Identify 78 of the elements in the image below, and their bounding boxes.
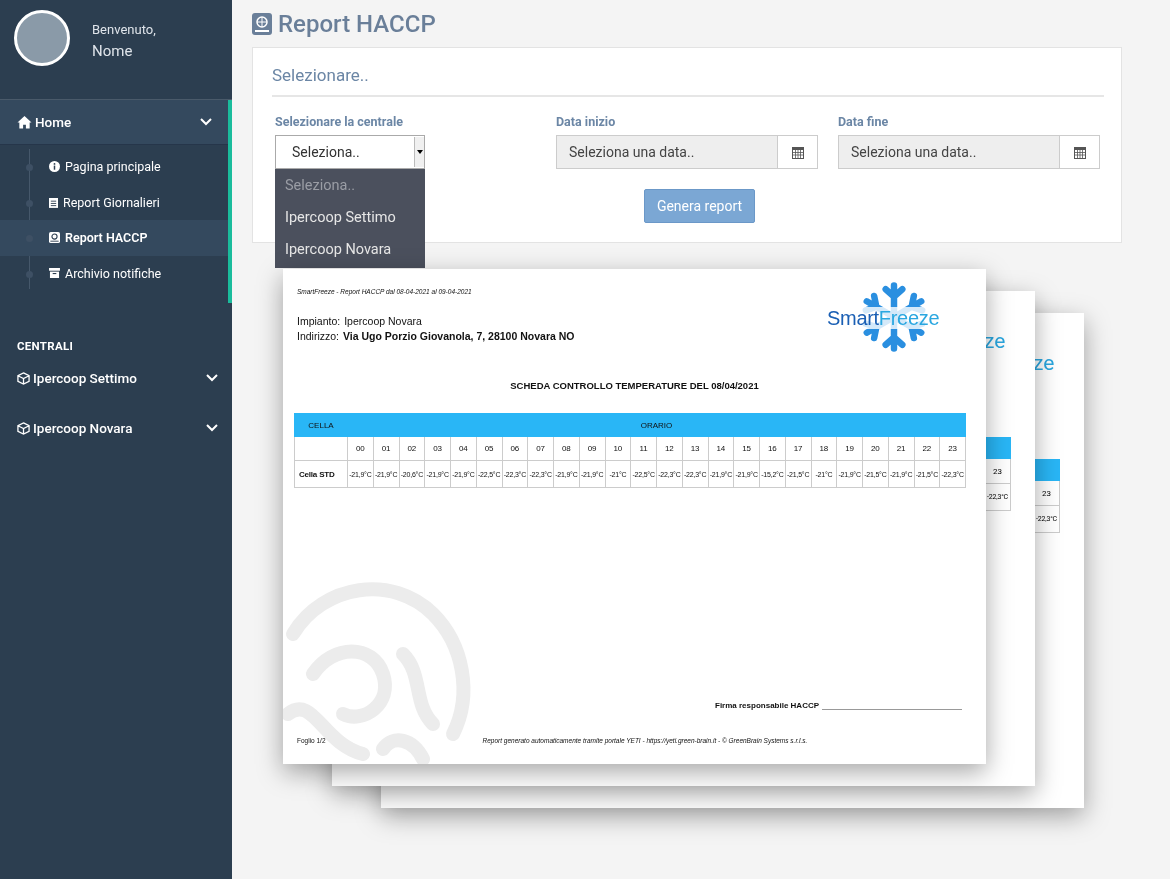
table-cell: 04 [450, 436, 477, 461]
cube-icon [17, 371, 30, 385]
greeting-text: Benvenuto, [92, 22, 156, 37]
logo-text: ze [984, 329, 1006, 353]
table-cell: 00 [347, 436, 374, 461]
chevron-icon [206, 424, 218, 432]
table-cell: 02 [399, 436, 425, 461]
table-cell: 22 [914, 436, 940, 461]
table-cell: 14 [708, 436, 734, 461]
table-cell: 18 [811, 436, 837, 461]
chevron-icon [200, 118, 212, 126]
table-cell: 23 [939, 436, 966, 461]
cube-icon [17, 421, 30, 435]
table-cell: 16 [759, 436, 786, 461]
timeline-dot [26, 199, 33, 207]
sidebar-item[interactable]: Report HACCP [0, 220, 228, 256]
field-label: Data inizio [556, 114, 617, 129]
field-label: Impianto: [297, 314, 341, 329]
logo-text: SmartFreeze [827, 307, 940, 329]
sidebar-item[interactable]: Pagina principale [0, 149, 228, 185]
signature-label: Firma responsabile HACCP [715, 701, 820, 710]
date-field[interactable]: Seleziona una data.. [556, 135, 778, 169]
table-cell: 12 [656, 436, 683, 461]
dropdown-option[interactable]: Ipercoop Settimo [275, 206, 425, 238]
table-cell: 15 [733, 436, 760, 461]
section-title: CENTRALI [17, 339, 75, 353]
column-header: ORARIO [347, 413, 966, 437]
clipboard-icon [49, 196, 58, 208]
plant-name: Ipercoop Novara [344, 314, 422, 329]
table-cell: 19 [836, 436, 863, 461]
logo-text: ze [1033, 351, 1055, 375]
avatar-circle [14, 10, 70, 66]
column-header: CELLA [294, 413, 348, 437]
table-cell: 10 [605, 436, 631, 461]
table-cell: 13 [682, 436, 708, 461]
calendar-icon [791, 145, 804, 159]
info-icon [49, 161, 60, 173]
sidebar-item[interactable]: Report Giornalieri [0, 184, 228, 220]
table-cell: 11 [630, 436, 657, 461]
table-cell: 17 [785, 436, 811, 461]
table-cell: Cella STD [294, 460, 348, 488]
table-cell: 07 [527, 436, 554, 461]
date-field[interactable]: Seleziona una data.. [838, 135, 1060, 169]
archive-icon [49, 268, 60, 279]
card-title: Selezionare.. [272, 48, 1104, 97]
sidebar-item[interactable]: Ipercoop Settimo [0, 353, 232, 403]
field-label: Indirizzo: [297, 329, 339, 344]
calendar-button[interactable] [1060, 135, 1100, 169]
book-icon [252, 13, 272, 35]
report-title: SCHEDA CONTROLLO TEMPERATURE DEL 08/04/2021 [509, 380, 760, 391]
calendar-icon [1073, 145, 1086, 159]
sidebar-item[interactable]: Ipercoop Novara [0, 403, 232, 453]
dropdown-option[interactable]: Ipercoop Novara [275, 238, 425, 268]
sidebar-item[interactable]: Archivio notifiche [0, 255, 228, 291]
select-field[interactable]: Seleziona.. [275, 135, 425, 169]
field-label: Selezionare la centrale [275, 114, 404, 129]
table-cell: 01 [373, 436, 399, 461]
table-cell: 20 [862, 436, 889, 461]
timeline-dot [26, 164, 33, 171]
table-cell: 03 [424, 436, 451, 461]
table-cell: 05 [476, 436, 502, 461]
address-text: Via Ugo Porzio Giovanola, 7, 28100 Novara NO [343, 329, 575, 344]
timeline-dot [26, 270, 33, 278]
user-name: Nome [92, 42, 134, 60]
table-header-bar [1033, 459, 1060, 481]
field-label: Data fine [838, 114, 890, 129]
chevron-icon [206, 374, 218, 382]
table-cell: 09 [579, 436, 605, 461]
book-icon [49, 232, 60, 244]
table-cell: 08 [553, 436, 580, 461]
table-cell: 21 [888, 436, 914, 461]
home-icon [17, 114, 32, 130]
calendar-button[interactable] [778, 135, 818, 169]
page-title: Report HACCP [278, 10, 436, 38]
home-menu-item[interactable]: Home [0, 100, 228, 145]
caret-icon [416, 150, 423, 154]
table-header-bar [984, 437, 1011, 459]
table-cell: 06 [502, 436, 528, 461]
